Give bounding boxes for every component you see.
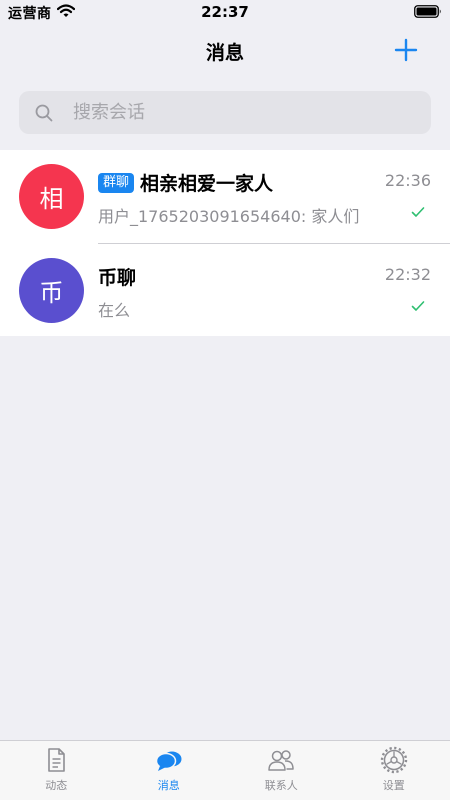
conversation-time: 22:36: [384, 171, 431, 190]
search-bar[interactable]: [19, 91, 431, 134]
conversation-title-row: 币聊: [98, 263, 136, 290]
contacts-icon: [268, 750, 294, 771]
avatar-initial: 相: [39, 185, 64, 213]
tab-label: 联系人: [264, 779, 298, 792]
settings-gear-icon: [380, 746, 407, 774]
avatar-initial: 币: [39, 279, 64, 307]
tab-label: 设置: [382, 779, 405, 792]
read-check-icon: [411, 301, 425, 311]
conversation-preview: 用户_1765203091654640: 家人们: [98, 207, 360, 226]
conversation-item-biliao[interactable]: 币 币聊 22:32 在么: [19, 243, 450, 336]
status-bar: 运营商 22:37: [0, 0, 450, 24]
conversation-time: 22:32: [384, 265, 431, 284]
group-chat-badge: 群聊: [98, 172, 135, 193]
search-icon: [35, 104, 53, 122]
tab-label: 动态: [45, 779, 68, 792]
conversation-item-family-group[interactable]: 相 群聊 相亲相爱一家人 22:36 用户_1765203091654640: …: [0, 150, 450, 243]
tab-contacts[interactable]: 联系人: [225, 741, 338, 800]
tab-messages[interactable]: 消息: [113, 741, 226, 800]
battery-icon: [414, 5, 441, 18]
tab-bar: 动态 消息 联系人 设置: [0, 740, 450, 800]
conversation-preview: 在么: [98, 301, 131, 320]
tab-moments[interactable]: 动态: [0, 741, 113, 800]
avatar: 币: [19, 258, 84, 323]
avatar: 相: [19, 164, 84, 229]
search-input[interactable]: [73, 91, 413, 134]
tab-settings[interactable]: 设置: [338, 741, 450, 800]
nav-bar: 消息: [0, 24, 450, 76]
read-check-icon: [411, 207, 425, 217]
tab-label: 消息: [157, 779, 180, 792]
document-icon: [48, 748, 66, 772]
chat-bubbles-icon: [155, 751, 182, 771]
conversation-title-row: 群聊 相亲相爱一家人: [98, 169, 273, 196]
add-button[interactable]: [392, 36, 420, 64]
conversation-name: 相亲相爱一家人: [140, 173, 274, 195]
status-time: 22:37: [201, 3, 249, 21]
conversation-list: 相 群聊 相亲相爱一家人 22:36 用户_1765203091654640: …: [0, 150, 450, 336]
screen: 运营商 22:37 消息 相: [0, 0, 450, 800]
page-title: 消息: [205, 42, 244, 64]
conversation-name: 币聊: [98, 267, 137, 289]
